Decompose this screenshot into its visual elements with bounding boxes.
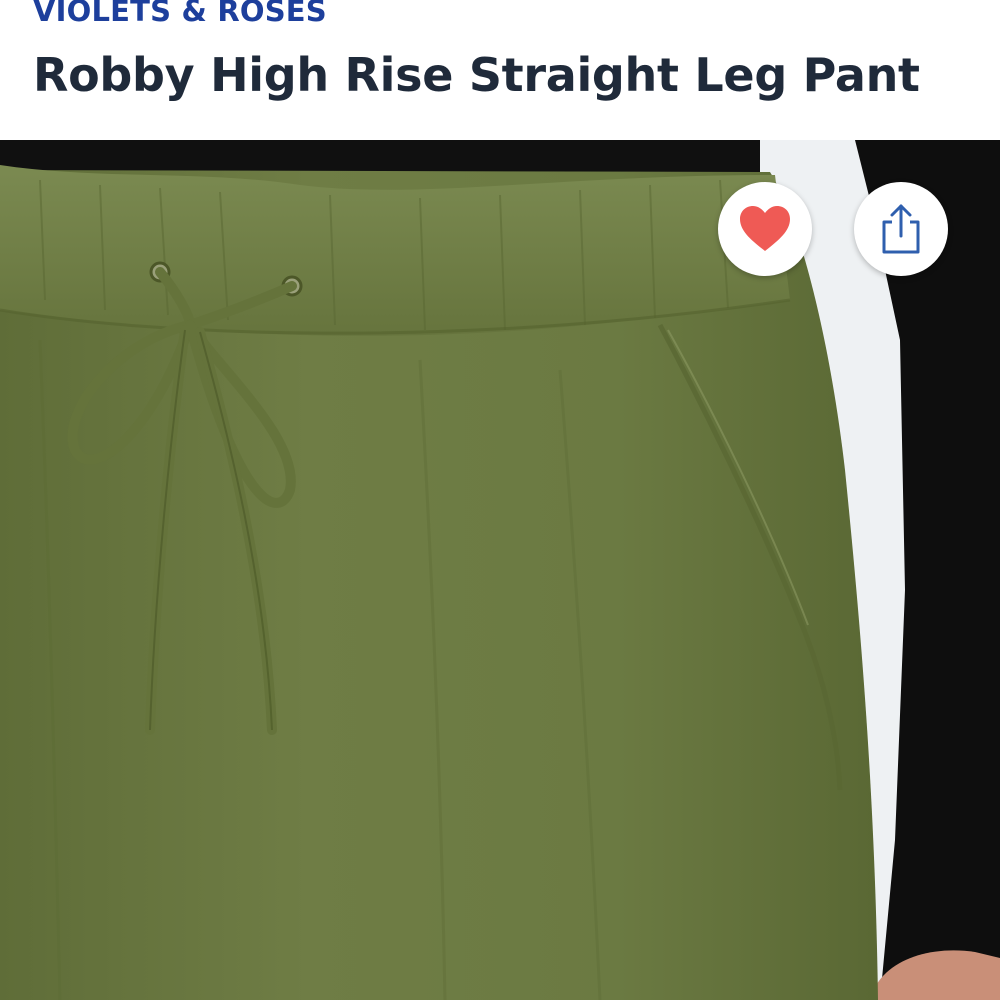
product-title: Robby High Rise Straight Leg Pant xyxy=(33,48,920,102)
brand-link[interactable]: VIOLETS & ROSES xyxy=(33,0,327,28)
heart-icon xyxy=(740,206,790,251)
product-photo-illustration xyxy=(0,140,1000,1000)
share-button[interactable] xyxy=(854,182,948,276)
product-page: VIOLETS & ROSES Robby High Rise Straight… xyxy=(0,0,1000,1000)
favorite-button[interactable] xyxy=(718,182,812,276)
product-header: VIOLETS & ROSES Robby High Rise Straight… xyxy=(0,0,1000,140)
share-icon xyxy=(882,204,920,254)
product-image[interactable] xyxy=(0,140,1000,1000)
